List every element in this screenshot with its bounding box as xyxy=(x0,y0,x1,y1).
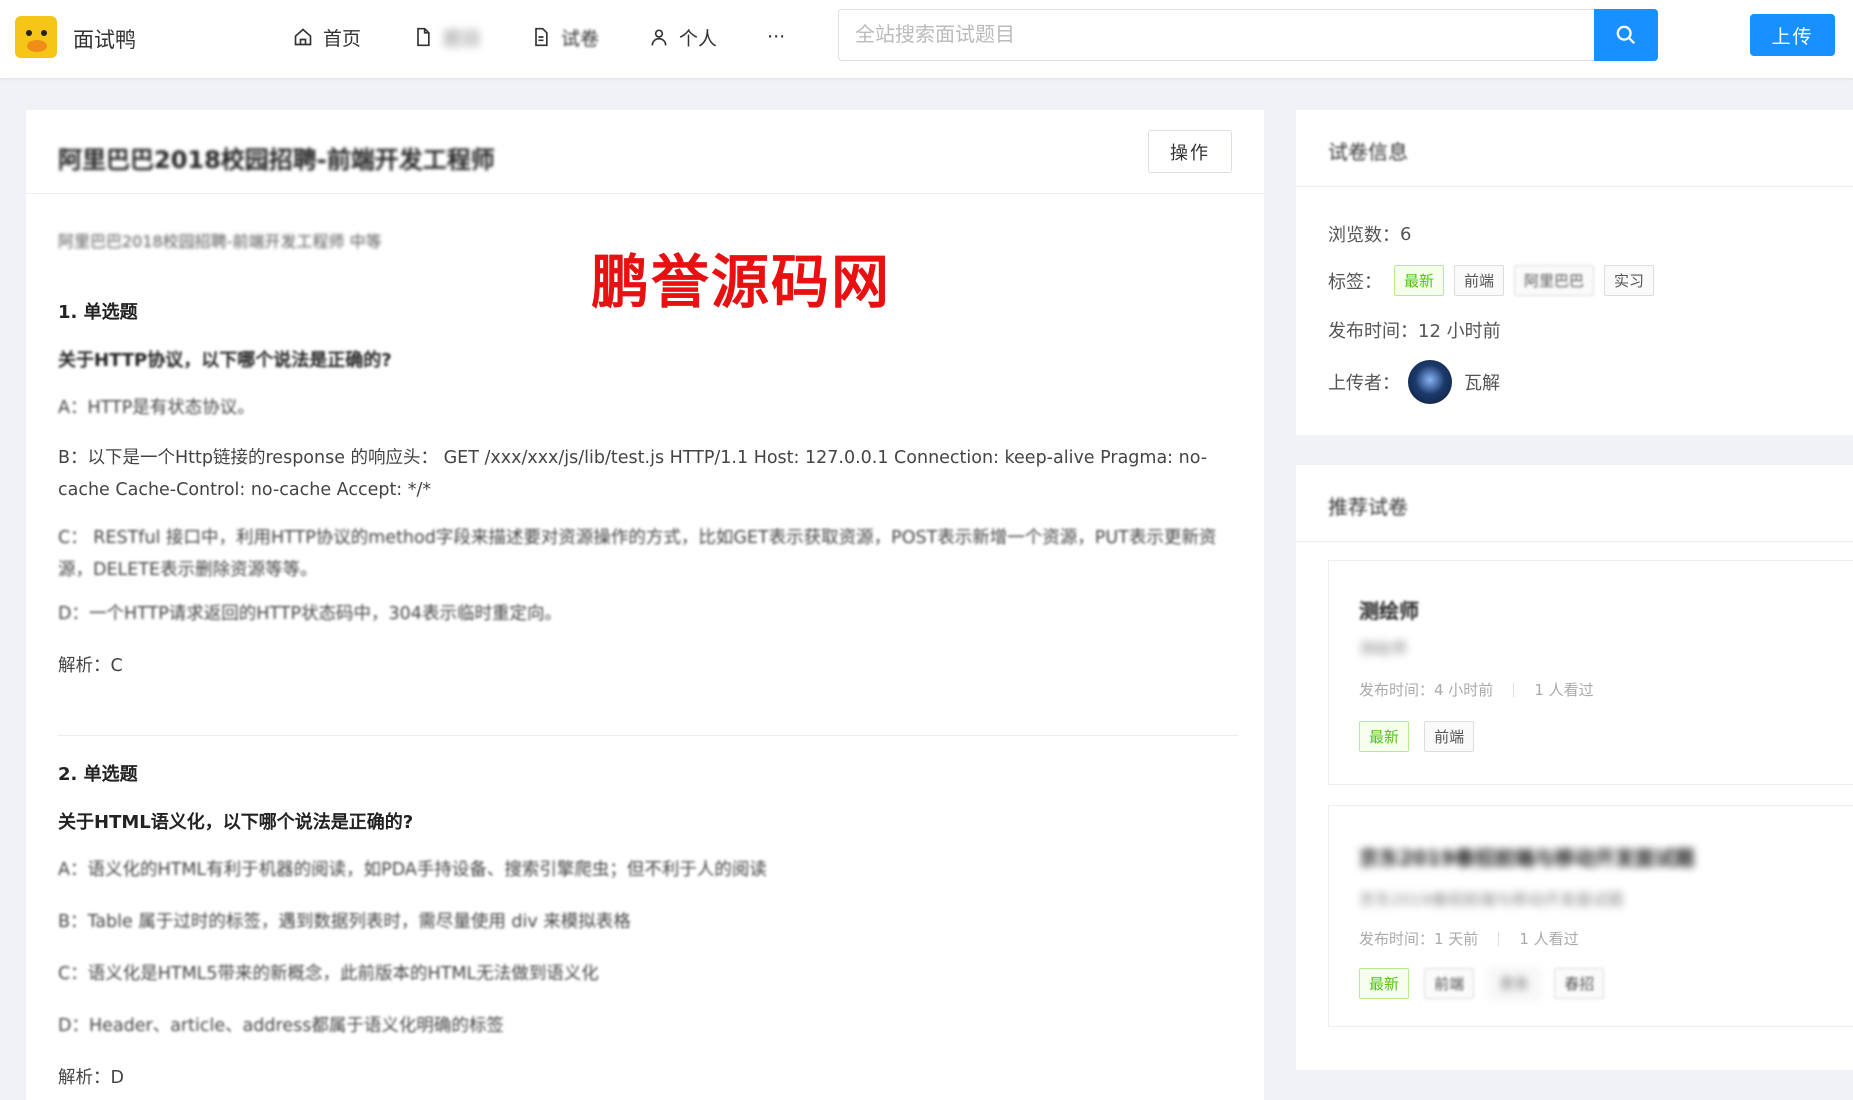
view-count: 1 人看过 xyxy=(1534,681,1594,699)
search-box xyxy=(838,9,1658,61)
file-text-icon xyxy=(535,27,548,47)
view-count: 1 人看过 xyxy=(1519,930,1579,948)
views-row: 浏览数： 6 xyxy=(1328,221,1411,247)
recommend-item[interactable]: 京东2019春招前端与移动开发面试题 京东2019春招前端与移动开发面试题 发布… xyxy=(1328,805,1853,1027)
analysis-row: 解析：C xyxy=(58,652,1238,677)
tag[interactable]: 前端 xyxy=(1424,721,1475,752)
question-block: 2. 单选题 xyxy=(58,760,1238,786)
recommend-item-meta: 发布时间：1 天前 1 人看过 xyxy=(1359,928,1579,949)
option-a[interactable]: A：HTTP是有状态协议。 xyxy=(58,392,1238,424)
views-label: 浏览数： xyxy=(1328,225,1400,246)
option-c[interactable]: C：语义化是HTML5带来的新概念，此前版本的HTML无法做到语义化 xyxy=(58,958,1238,990)
nav-item-profile[interactable]: 个人 xyxy=(649,22,717,52)
analysis-text: 解析：D xyxy=(58,1068,124,1088)
operate-button[interactable]: 操作 xyxy=(1148,130,1232,173)
option-b[interactable]: B：Table 属于过时的标签，遇到数据列表时，需尽量使用 div 来模拟表格 xyxy=(58,906,1238,938)
option-row: B：Table 属于过时的标签，遇到数据列表时，需尽量使用 div 来模拟表格 xyxy=(58,906,1238,938)
tag[interactable]: 最新 xyxy=(1359,721,1410,752)
views-count: 6 xyxy=(1400,223,1412,245)
top-header: 面试鸭 首页 题目 试卷 个人 ··· 上传 xyxy=(0,0,1853,78)
option-row: D：Header、article、address都属于语义化明确的标签 xyxy=(58,1010,1238,1042)
more-icon: ··· xyxy=(767,26,786,48)
info-title: 试卷信息 xyxy=(1328,140,1408,164)
uploader-label: 上传者： xyxy=(1328,373,1400,394)
recommend-item-meta: 发布时间：4 小时前 1 人看过 xyxy=(1359,679,1594,700)
recommend-card-header: 推荐试卷 xyxy=(1296,465,1853,542)
recommend-item-desc: 京东2019春招前端与移动开发面试题 xyxy=(1359,890,1624,909)
uploader-row: 上传者： 瓦解 xyxy=(1328,360,1500,404)
tag[interactable]: 春招 xyxy=(1554,968,1605,999)
option-row: A：语义化的HTML有利于机器的阅读，如PDA手持设备、搜索引擎爬虫；但不利于人… xyxy=(58,854,1238,886)
question-type: 2. 单选题 xyxy=(58,764,138,785)
tag[interactable]: 实习 xyxy=(1604,265,1655,296)
nav-label: 试卷 xyxy=(561,27,600,50)
question-block: 关于HTTP协议，以下哪个说法是正确的? xyxy=(58,346,1238,372)
option-row: C：语义化是HTML5带来的新概念，此前版本的HTML无法做到语义化 xyxy=(58,958,1238,990)
question-card: 阿里巴巴2018校园招聘-前端开发工程师 操作 阿里巴巴2018校园招聘-前端开… xyxy=(26,110,1264,1100)
option-row: B：以下是一个Http链接的response 的响应头： GET /xxx/xx… xyxy=(58,442,1238,506)
uploader-name[interactable]: 瓦解 xyxy=(1464,369,1500,395)
tag[interactable]: 前端 xyxy=(1454,265,1505,296)
option-d[interactable]: D：Header、article、address都属于语义化明确的标签 xyxy=(58,1010,1238,1042)
question-text: 关于HTML语义化，以下哪个说法是正确的? xyxy=(58,812,414,833)
analysis-text: 解析：C xyxy=(58,656,123,676)
option-row: C： RESTful 接口中，利用HTTP协议的method字段来描述要对资源操… xyxy=(58,522,1238,586)
option-a[interactable]: A：语义化的HTML有利于机器的阅读，如PDA手持设备、搜索引擎爬虫；但不利于人… xyxy=(58,854,1238,886)
main-nav: 首页 题目 试卷 个人 ··· xyxy=(293,22,785,52)
recommend-title: 推荐试卷 xyxy=(1328,495,1408,519)
search-icon xyxy=(1616,25,1636,45)
question-text: 关于HTTP协议，以下哪个说法是正确的? xyxy=(58,350,392,371)
recommend-item-tags: 最新 前端 xyxy=(1359,721,1484,752)
nav-label: 首页 xyxy=(323,27,362,50)
tags-row: 标签： 最新 前端 阿里巴巴 实习 xyxy=(1328,265,1664,296)
avatar[interactable] xyxy=(1408,360,1452,404)
search-button[interactable] xyxy=(1594,9,1658,61)
tag[interactable]: 前端 xyxy=(1424,968,1475,999)
nav-item-more[interactable]: ··· xyxy=(767,22,785,52)
publish-row: 发布时间： 12 小时前 xyxy=(1328,317,1501,343)
question-card-header: 阿里巴巴2018校园招聘-前端开发工程师 操作 xyxy=(26,110,1264,194)
search-input[interactable] xyxy=(839,10,1579,58)
option-b[interactable]: B：以下是一个Http链接的response 的响应头： GET /xxx/xx… xyxy=(58,442,1238,506)
paper-title: 阿里巴巴2018校园招聘-前端开发工程师 xyxy=(58,146,495,174)
duck-logo-icon[interactable] xyxy=(15,16,57,58)
nav-item-questions[interactable]: 题目 xyxy=(413,22,481,52)
publish-time: 12 小时前 xyxy=(1418,321,1501,342)
tags-label: 标签： xyxy=(1328,271,1382,293)
tag[interactable]: 最新 xyxy=(1394,265,1445,296)
question-block: 关于HTML语义化，以下哪个说法是正确的? xyxy=(58,808,1238,834)
tag[interactable]: 最新 xyxy=(1359,968,1410,999)
recommend-item-title: 京东2019春招前端与移动开发面试题 xyxy=(1359,846,1695,870)
publish-time: 发布时间：1 天前 xyxy=(1359,930,1479,948)
tag[interactable]: 京东 xyxy=(1489,968,1540,999)
site-name[interactable]: 面试鸭 xyxy=(73,24,136,54)
publish-label: 发布时间： xyxy=(1328,321,1418,342)
info-card-header: 试卷信息 xyxy=(1296,110,1853,187)
publish-time: 发布时间：4 小时前 xyxy=(1359,681,1494,699)
recommend-card: 推荐试卷 测绘师 测绘师 发布时间：4 小时前 1 人看过 最新 前端 京东20… xyxy=(1296,465,1853,1070)
home-icon xyxy=(294,28,312,46)
question-block: 1. 单选题 xyxy=(58,298,1238,324)
user-icon xyxy=(651,29,667,46)
nav-item-home[interactable]: 首页 xyxy=(293,22,361,52)
nav-label: 题目 xyxy=(443,27,482,50)
paper-subtitle: 阿里巴巴2018校园招聘-前端开发工程师 中等 xyxy=(58,232,382,251)
analysis-row: 解析：D xyxy=(58,1064,1238,1089)
option-c[interactable]: C： RESTful 接口中，利用HTTP协议的method字段来描述要对资源操… xyxy=(58,522,1238,586)
question-type: 1. 单选题 xyxy=(58,302,138,323)
recommend-item[interactable]: 测绘师 测绘师 发布时间：4 小时前 1 人看过 最新 前端 xyxy=(1328,560,1853,785)
option-row: A：HTTP是有状态协议。 xyxy=(58,392,1238,424)
question-divider xyxy=(58,735,1238,736)
upload-button[interactable]: 上传 xyxy=(1750,14,1835,56)
document-icon xyxy=(417,27,430,47)
tag[interactable]: 阿里巴巴 xyxy=(1514,265,1595,296)
nav-item-papers[interactable]: 试卷 xyxy=(531,22,599,52)
recommend-item-desc: 测绘师 xyxy=(1359,639,1408,658)
paper-info-card: 试卷信息 浏览数： 6 标签： 最新 前端 阿里巴巴 实习 发布时间： 12 小… xyxy=(1296,110,1853,435)
recommend-item-tags: 最新 前端 京东 春招 xyxy=(1359,968,1614,999)
nav-label: 个人 xyxy=(679,27,718,50)
option-d[interactable]: D：一个HTTP请求返回的HTTP状态码中，304表示临时重定向。 xyxy=(58,598,1238,630)
option-row: D：一个HTTP请求返回的HTTP状态码中，304表示临时重定向。 xyxy=(58,598,1238,630)
recommend-item-title: 测绘师 xyxy=(1359,599,1419,623)
